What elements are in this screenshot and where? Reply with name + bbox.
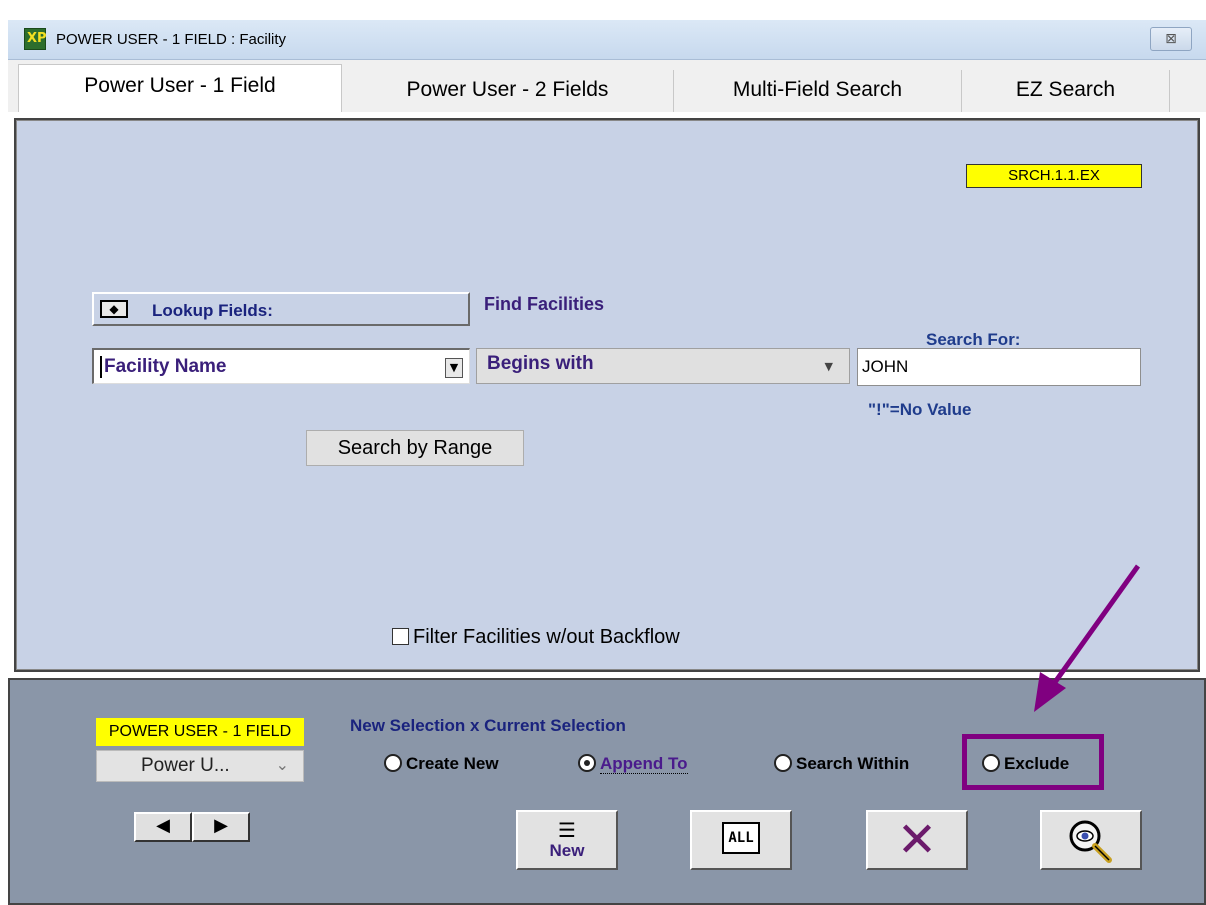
app-icon: XP xyxy=(24,28,47,50)
field-select[interactable]: Facility Name ▼ xyxy=(92,348,470,384)
filter-backflow-option[interactable]: Filter Facilities w/out Backflow xyxy=(392,626,680,649)
search-input[interactable] xyxy=(857,348,1141,386)
radio-search-within[interactable]: Search Within xyxy=(774,754,909,774)
radio-create-new[interactable]: Create New xyxy=(384,754,499,774)
search-for-label: Search For: xyxy=(926,330,1021,349)
annotation-arrow-icon xyxy=(1034,564,1141,712)
title-bar: XP POWER USER - 1 FIELD : Facility ⊠ xyxy=(8,20,1206,60)
find-facilities-label: Find Facilities xyxy=(484,294,605,314)
lookup-fields-label: Lookup Fields: xyxy=(152,301,273,320)
field-select-value: Facility Name xyxy=(100,356,227,378)
tab-bar: Power User - 1 Field Power User - 2 Fiel… xyxy=(8,60,1206,112)
tab-power-user-2-fields[interactable]: Power User - 2 Fields xyxy=(342,70,674,112)
search-by-range-button[interactable]: Search by Range xyxy=(306,430,524,466)
radio-icon[interactable] xyxy=(384,754,402,772)
exclude-highlight-box xyxy=(962,734,1104,790)
list-icon: ☰ xyxy=(558,818,576,842)
tab-multi-field-search[interactable]: Multi-Field Search xyxy=(674,70,962,112)
operator-select[interactable]: Begins with ▼ xyxy=(476,348,850,384)
diamond-icon: ◆ xyxy=(100,300,128,318)
all-button[interactable]: ALL xyxy=(690,810,792,870)
magnifier-icon xyxy=(1069,820,1112,863)
mode-label: POWER USER - 1 FIELD xyxy=(96,718,304,746)
nav-arrows: ◀ ▶ xyxy=(134,812,252,842)
cancel-button[interactable]: ✕ xyxy=(866,810,968,870)
radio-icon[interactable] xyxy=(774,754,792,772)
close-button[interactable]: ⊠ xyxy=(1150,27,1192,51)
operator-select-value: Begins with xyxy=(487,353,594,374)
lookup-fields-button[interactable]: ◆ Lookup Fields: xyxy=(92,292,470,326)
search-mode-value: Power U... xyxy=(141,755,230,776)
tab-power-user-1-field[interactable]: Power User - 1 Field xyxy=(18,64,342,112)
no-value-hint: "!"=No Value xyxy=(868,400,972,419)
dropdown-arrow-icon[interactable]: ▼ xyxy=(445,358,463,378)
chevron-down-icon: ⌄ xyxy=(275,757,289,774)
new-button-label: New xyxy=(549,841,585,860)
next-arrow-icon[interactable]: ▶ xyxy=(192,812,250,842)
search-mode-select[interactable]: Power U... ⌄ xyxy=(96,750,304,782)
new-button[interactable]: ☰ New xyxy=(516,810,618,870)
all-records-icon: ALL xyxy=(692,822,790,854)
window-title: POWER USER - 1 FIELD : Facility xyxy=(56,31,287,48)
filter-backflow-label: Filter Facilities w/out Backflow xyxy=(413,626,680,648)
radio-selected-icon[interactable] xyxy=(578,754,596,772)
radio-append-to[interactable]: Append To xyxy=(578,754,688,774)
search-button[interactable] xyxy=(1040,810,1142,870)
tab-ez-search[interactable]: EZ Search xyxy=(962,70,1170,112)
screen-code-badge: SRCH.1.1.EX xyxy=(966,164,1142,188)
selection-heading: New Selection x Current Selection xyxy=(350,716,626,735)
close-x-icon: ✕ xyxy=(896,812,938,868)
filter-backflow-checkbox[interactable] xyxy=(392,628,409,645)
chevron-down-icon: ▼ xyxy=(824,360,833,373)
previous-arrow-icon[interactable]: ◀ xyxy=(134,812,192,842)
